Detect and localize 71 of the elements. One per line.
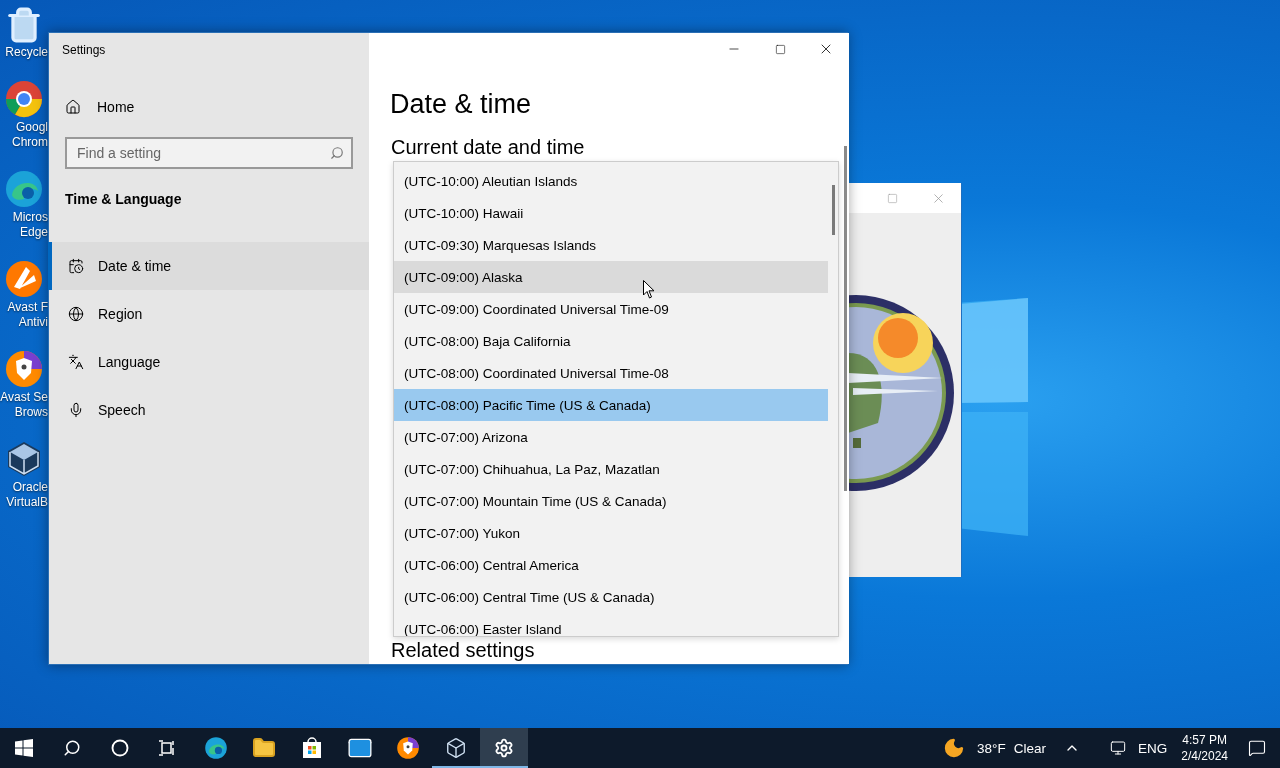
calendar-clock-icon — [68, 258, 84, 274]
language-indicator[interactable]: ENG — [1134, 740, 1172, 756]
globe-icon — [68, 306, 84, 322]
nav-item[interactable]: Date & time — [48, 242, 369, 290]
circle-icon — [111, 739, 129, 757]
time-zone-option[interactable]: (UTC-06:00) Easter Island — [394, 613, 828, 636]
desktop-icon-label[interactable]: Brows — [14, 406, 48, 419]
desktop-icon-label[interactable]: Chrom — [12, 136, 48, 149]
section-heading: Related settings — [391, 639, 536, 661]
store-bag-icon — [300, 736, 324, 760]
windows-start-icon — [15, 739, 33, 757]
shield-browser-icon — [4, 349, 44, 389]
cube-icon — [445, 737, 467, 759]
desktop-icon-label[interactable]: Antivi — [18, 316, 48, 329]
settings-icon — [494, 738, 514, 758]
notification-icon[interactable] — [1248, 739, 1266, 757]
task-view-icon — [159, 740, 177, 756]
time-zone-option[interactable]: (UTC-09:30) Marquesas Islands — [394, 229, 828, 261]
time-zone-option[interactable]: (UTC-10:00) Hawaii — [394, 197, 828, 229]
time-zone-option[interactable]: (UTC-09:00) Alaska — [394, 261, 828, 293]
section-heading: Current date and time — [391, 136, 586, 159]
language-icon — [68, 354, 84, 370]
section-title: Time & Language — [65, 191, 183, 207]
time-zone-option[interactable]: (UTC-06:00) Central Time (US & Canada) — [394, 581, 828, 613]
home-link[interactable]: Home — [49, 83, 369, 131]
desktop-icon-label[interactable]: Edge — [19, 226, 48, 239]
scrollbar[interactable] — [844, 146, 847, 491]
time-zone-option[interactable]: (UTC-07:00) Mountain Time (US & Canada) — [394, 485, 828, 517]
weather-text: Clear — [1012, 740, 1047, 756]
square-icon — [886, 192, 898, 204]
shield-browser-icon — [396, 736, 420, 760]
search-icon — [330, 146, 344, 160]
search-field[interactable]: Find a setting — [65, 137, 353, 169]
window-title: Settings — [62, 43, 107, 57]
desktop-icon-label[interactable]: Avast F — [7, 301, 48, 314]
time-zone-option[interactable]: (UTC-08:00) Pacific Time (US & Canada) — [394, 389, 828, 421]
desktop-icon-label[interactable]: Avast Se — [0, 391, 48, 404]
search-icon — [63, 739, 81, 757]
nav-item[interactable]: Region — [48, 290, 369, 338]
desktop-icon-label[interactable]: Googl — [15, 121, 48, 134]
edge-icon — [4, 169, 44, 209]
time-zone-option[interactable]: (UTC-10:00) Aleutian Islands — [394, 165, 828, 197]
recycle-bin-icon — [5, 6, 43, 44]
time-zone-option[interactable]: (UTC-07:00) Chihuahua, La Paz, Mazatlan — [394, 453, 828, 485]
time-zone-option[interactable]: (UTC-09:00) Coordinated Universal Time-09 — [394, 293, 828, 325]
clock[interactable]: 4:57 PM 2/4/2024 — [1171, 732, 1238, 764]
home-icon — [65, 99, 81, 115]
time-zone-option[interactable]: (UTC-07:00) Arizona — [394, 421, 828, 453]
edge-icon — [204, 736, 228, 760]
avast-icon — [4, 259, 44, 299]
time-zone-option[interactable]: (UTC-08:00) Coordinated Universal Time-08 — [394, 357, 828, 389]
nav-item[interactable]: Speech — [48, 386, 369, 434]
desktop-icon-label[interactable]: Micros — [12, 211, 48, 224]
time-zone-option[interactable]: (UTC-07:00) Yukon — [394, 517, 828, 549]
desktop-icon-label[interactable]: Recycle — [5, 46, 48, 59]
square-icon — [774, 43, 786, 55]
scrollbar[interactable] — [832, 185, 835, 235]
taskbar-button[interactable] — [480, 728, 528, 768]
desktop-icon-label[interactable]: VirtualB — [6, 496, 48, 509]
time-zone-option[interactable]: (UTC-06:00) Central America — [394, 549, 828, 581]
moon-icon — [943, 737, 966, 759]
network-icon[interactable] — [1110, 740, 1126, 756]
page-title: Date & time — [390, 89, 533, 120]
chrome-icon — [4, 79, 44, 119]
mouse-pointer-icon — [643, 280, 655, 299]
time-zone-option[interactable]: (UTC-08:00) Baja California — [394, 325, 828, 357]
temperature-text: 38°F — [976, 740, 1007, 756]
folder-icon — [252, 736, 276, 760]
desktop-icon-label[interactable]: Oracle — [12, 481, 48, 494]
microphone-icon — [68, 402, 84, 418]
nav-item[interactable]: Language — [48, 338, 369, 386]
